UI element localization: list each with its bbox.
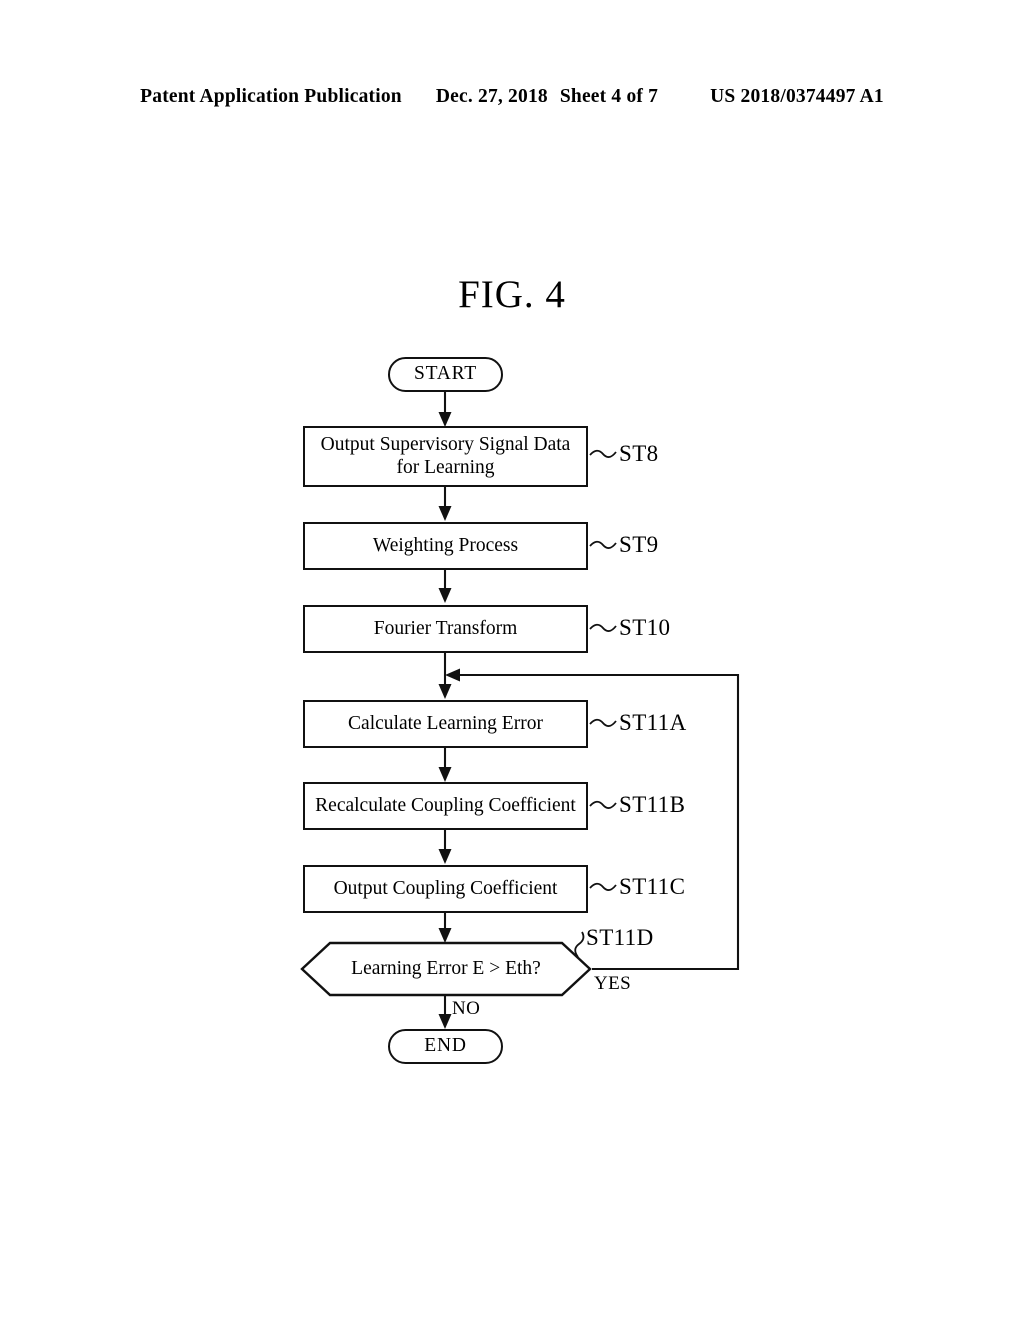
flow-node-start[interactable]: START <box>388 357 503 392</box>
flow-node-st8[interactable]: Output Supervisory Signal Data for Learn… <box>303 426 588 487</box>
flow-node-start-label: START <box>413 363 478 385</box>
arrowhead-feedback-loop <box>445 668 460 682</box>
flow-node-st11c-label: Output Coupling Coefficient <box>333 877 558 899</box>
arrowhead-st9-to-st10 <box>438 588 452 603</box>
header-publication-text: Patent Application Publication <box>140 86 402 107</box>
leader-st9 <box>589 540 617 549</box>
flow-node-st11d[interactable]: Learning Error E > Eth? <box>300 941 592 997</box>
flow-node-st8-label-line2: for Learning <box>396 456 495 478</box>
decision-hexagon-shape <box>300 941 592 997</box>
flow-node-st11b[interactable]: Recalculate Coupling Coefficient <box>303 782 588 830</box>
flow-node-st8-label-line1: Output Supervisory Signal Data <box>320 433 571 455</box>
flow-node-st11a[interactable]: Calculate Learning Error <box>303 700 588 748</box>
flow-node-st9[interactable]: Weighting Process <box>303 522 588 570</box>
branch-label-no: NO <box>452 998 481 1019</box>
flow-node-end-label: END <box>424 1035 467 1057</box>
step-ref-st9: ST9 <box>619 532 659 557</box>
flow-node-st11a-label: Calculate Learning Error <box>348 712 543 734</box>
flowchart-connectors <box>438 392 740 1029</box>
flow-node-st11c[interactable]: Output Coupling Coefficient <box>303 865 588 913</box>
branch-label-yes: YES <box>594 973 632 994</box>
arrowhead-st8-to-st9 <box>438 506 452 521</box>
leader-st11a <box>589 718 617 727</box>
flow-node-st10[interactable]: Fourier Transform <box>303 605 588 653</box>
arrowhead-st11b-to-st11c <box>438 849 452 864</box>
leader-st8 <box>589 449 617 458</box>
arrowhead-st10-to-st11a <box>438 684 452 699</box>
flow-node-st9-label: Weighting Process <box>372 534 519 556</box>
flow-node-end[interactable]: END <box>388 1029 503 1064</box>
header-publication-number: US 2018/0374497 A1 <box>710 86 884 107</box>
arrowhead-st11a-to-st11b <box>438 767 452 782</box>
leader-st11c <box>589 882 617 891</box>
step-ref-st11a: ST11A <box>619 710 687 735</box>
leader-st11b <box>589 800 617 809</box>
figure-title: FIG. 4 <box>458 273 566 316</box>
flow-node-st11b-label: Recalculate Coupling Coefficient <box>315 794 576 816</box>
step-ref-st8: ST8 <box>619 441 659 466</box>
arrowhead-st11d-no-to-end <box>438 1014 452 1029</box>
page-header: Patent Application Publication Dec. 27, … <box>0 86 1024 112</box>
step-ref-st10: ST10 <box>619 615 671 640</box>
arrowhead-start-to-st8 <box>438 412 452 427</box>
flow-node-st10-label: Fourier Transform <box>373 617 518 639</box>
header-sheet-text: Sheet 4 of 7 <box>559 86 659 107</box>
header-date-text: Dec. 27, 2018 <box>435 86 548 107</box>
step-ref-st11c: ST11C <box>619 874 686 899</box>
leader-st10 <box>589 623 617 632</box>
patent-figure-page: Patent Application Publication Dec. 27, … <box>0 0 1024 1320</box>
step-ref-st11b: ST11B <box>619 792 686 817</box>
step-ref-st11d: ST11D <box>586 925 654 950</box>
